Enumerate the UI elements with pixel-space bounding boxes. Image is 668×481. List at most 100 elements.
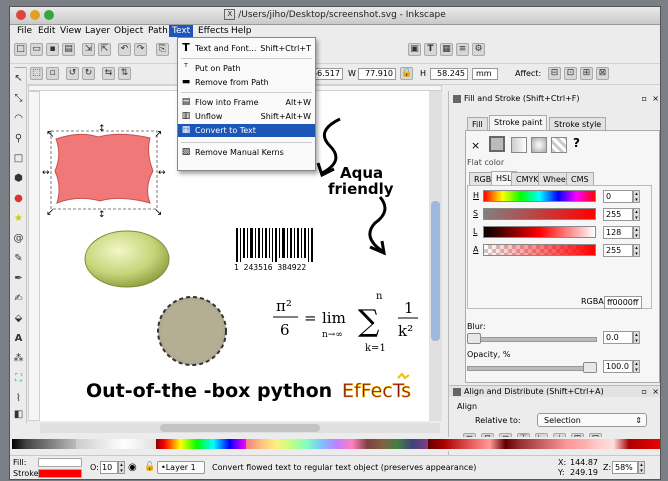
move-gradients-icon[interactable]: ⊞ (580, 67, 593, 80)
lightness-slider[interactable] (483, 226, 596, 238)
effects-text[interactable]: EfFecTs (342, 380, 412, 403)
tab-fill[interactable]: Fill (467, 117, 488, 130)
menu-file[interactable]: File (14, 25, 35, 37)
tab-stroke-style[interactable]: Stroke style (549, 117, 607, 130)
rotate-cw-icon[interactable]: ↻ (82, 67, 95, 80)
menu-item-put-on-path[interactable]: ᵀ Put on Path (178, 62, 315, 75)
print-icon[interactable]: ▤ (62, 43, 75, 56)
opacity-slider-knob[interactable] (583, 362, 597, 373)
alpha-slider[interactable] (483, 244, 596, 256)
no-paint-icon[interactable]: × (471, 139, 480, 152)
text-font-dialog-icon[interactable]: T (424, 43, 437, 56)
align-panel-close-icon[interactable]: × (652, 386, 659, 398)
xml-editor-icon[interactable]: ▦ (440, 43, 453, 56)
open-icon[interactable]: ▭ (30, 43, 43, 56)
preferences-icon[interactable]: ⚙ (472, 43, 485, 56)
scale-corners-icon[interactable]: ⊡ (564, 67, 577, 80)
stroke-swatch[interactable] (38, 469, 82, 478)
fill-swatch[interactable] (38, 458, 82, 467)
flip-vertical-icon[interactable]: ⇅ (118, 67, 131, 80)
lightness-spin-arrows[interactable]: ▴ ▾ (633, 226, 640, 239)
menu-item-unflow[interactable]: ▥ Unflow Shift+Alt+W (178, 110, 315, 123)
fill-stroke-dialog-icon[interactable]: ▣ (408, 43, 421, 56)
math-formula[interactable]: π² 6 = lim n→∞ n ∑ k=1 1 k² (273, 291, 418, 354)
lock-ratio-icon[interactable]: 🔒 (400, 67, 413, 80)
rgba-field[interactable]: ff0000ff (604, 296, 642, 309)
height-field[interactable]: 58.245 (430, 68, 468, 80)
palette-tints[interactable] (246, 439, 428, 449)
pink-blob-shape[interactable] (54, 133, 154, 204)
palette-grays[interactable] (12, 439, 76, 449)
friendly-text[interactable]: friendly (328, 180, 394, 198)
blur-slider-knob[interactable] (467, 333, 481, 344)
width-field[interactable]: 77.910 (358, 68, 396, 80)
opacity-field[interactable]: 100.0 (603, 360, 633, 373)
redo-icon[interactable]: ↷ (134, 43, 147, 56)
flip-horizontal-icon[interactable]: ⇆ (102, 67, 115, 80)
lock-layer-icon[interactable]: 🔓 (144, 462, 155, 472)
select-in-all-layers-icon[interactable]: ⬚ (30, 67, 43, 80)
canvas-horizontal-scrollbar[interactable] (40, 423, 440, 433)
lightness-field[interactable]: 128 (603, 226, 633, 239)
rotate-ccw-icon[interactable]: ↺ (66, 67, 79, 80)
layer-select[interactable]: •Layer 1 (157, 461, 205, 474)
spray-tool-icon[interactable]: ⁂ (12, 352, 25, 365)
copy-icon[interactable]: ⎘ (156, 43, 169, 56)
menu-item-convert-to-text[interactable]: ▦ Convert to Text (178, 124, 315, 137)
gear-shape[interactable] (157, 296, 227, 366)
import-icon[interactable]: ⇲ (82, 43, 95, 56)
vertical-scroll-thumb[interactable] (431, 201, 440, 341)
paint-bucket-tool-icon[interactable]: ⬙ (12, 312, 25, 325)
menu-item-flow-into-frame[interactable]: ▤ Flow into Frame Alt+W (178, 96, 315, 109)
dropper-tool-icon[interactable]: ⌇ (12, 392, 25, 405)
align-dialog-icon[interactable]: ≡ (456, 43, 469, 56)
relative-to-select[interactable]: Selection ⇕ (537, 413, 647, 427)
menu-text[interactable]: Text (169, 25, 194, 37)
saturation-field[interactable]: 255 (603, 208, 633, 221)
export-icon[interactable]: ⇱ (98, 43, 111, 56)
menu-object[interactable]: Object (111, 25, 146, 37)
new-document-icon[interactable]: □ (14, 43, 27, 56)
opacity-slider-track[interactable] (467, 366, 597, 371)
palette-hues[interactable] (156, 439, 246, 449)
connector-tool-icon[interactable]: ⛶ (12, 372, 25, 385)
move-patterns-icon[interactable]: ⊠ (596, 67, 609, 80)
save-icon[interactable]: ▪ (46, 43, 59, 56)
selector-tool-icon[interactable]: ↖ (12, 72, 25, 85)
deselect-icon[interactable]: ▫ (46, 67, 59, 80)
scale-stroke-icon[interactable]: ⊟ (548, 67, 561, 80)
menu-item-remove-from-path[interactable]: ▬ Remove from Path (178, 76, 315, 89)
radial-gradient-icon[interactable] (531, 137, 547, 153)
star-tool-icon[interactable]: ★ (12, 212, 25, 225)
panel-iconify-icon[interactable]: ▫ (642, 93, 647, 105)
menu-help[interactable]: Help (228, 25, 255, 37)
pattern-icon[interactable] (551, 137, 567, 153)
3d-box-tool-icon[interactable]: ⬢ (12, 172, 25, 185)
saturation-slider[interactable] (483, 208, 596, 220)
tab-stroke-paint[interactable]: Stroke paint (489, 115, 548, 130)
palette-reds[interactable] (428, 439, 660, 449)
menu-item-remove-manual-kerns[interactable]: ▧ Remove Manual Kerns (178, 146, 315, 159)
zoom-field[interactable]: 58% (612, 461, 638, 474)
pen-tool-icon[interactable]: ✒ (12, 272, 25, 285)
green-ellipse-shape[interactable] (84, 230, 170, 288)
gradient-tool-icon[interactable]: ◧ (12, 408, 25, 421)
ellipse-tool-icon[interactable]: ● (12, 192, 25, 205)
menu-path[interactable]: Path (145, 25, 171, 37)
unset-paint-icon[interactable]: ? (573, 136, 580, 150)
menu-layer[interactable]: Layer (82, 25, 113, 37)
opacity-status-field[interactable]: 10 (100, 461, 118, 474)
node-tool-icon[interactable]: ⤡ (12, 92, 25, 105)
opacity-status-arrows[interactable]: ▴ ▾ (118, 461, 125, 474)
canvas-vertical-scrollbar[interactable] (429, 91, 442, 421)
blur-slider-track[interactable] (467, 337, 597, 342)
spiral-tool-icon[interactable]: @ (12, 232, 25, 245)
calligraphy-tool-icon[interactable]: ✍ (12, 292, 25, 305)
palette-light-grays[interactable] (76, 439, 156, 449)
eye-visibility-icon[interactable]: ◉ (128, 462, 137, 473)
menu-effects[interactable]: Effects (195, 25, 232, 37)
blur-field[interactable]: 0.0 (603, 331, 633, 344)
text-tool-icon[interactable]: A (12, 332, 25, 345)
alpha-field[interactable]: 255 (603, 244, 633, 257)
align-distribute-header[interactable]: Align and Distribute (Shift+Ctrl+A) ▫ × (449, 385, 660, 398)
